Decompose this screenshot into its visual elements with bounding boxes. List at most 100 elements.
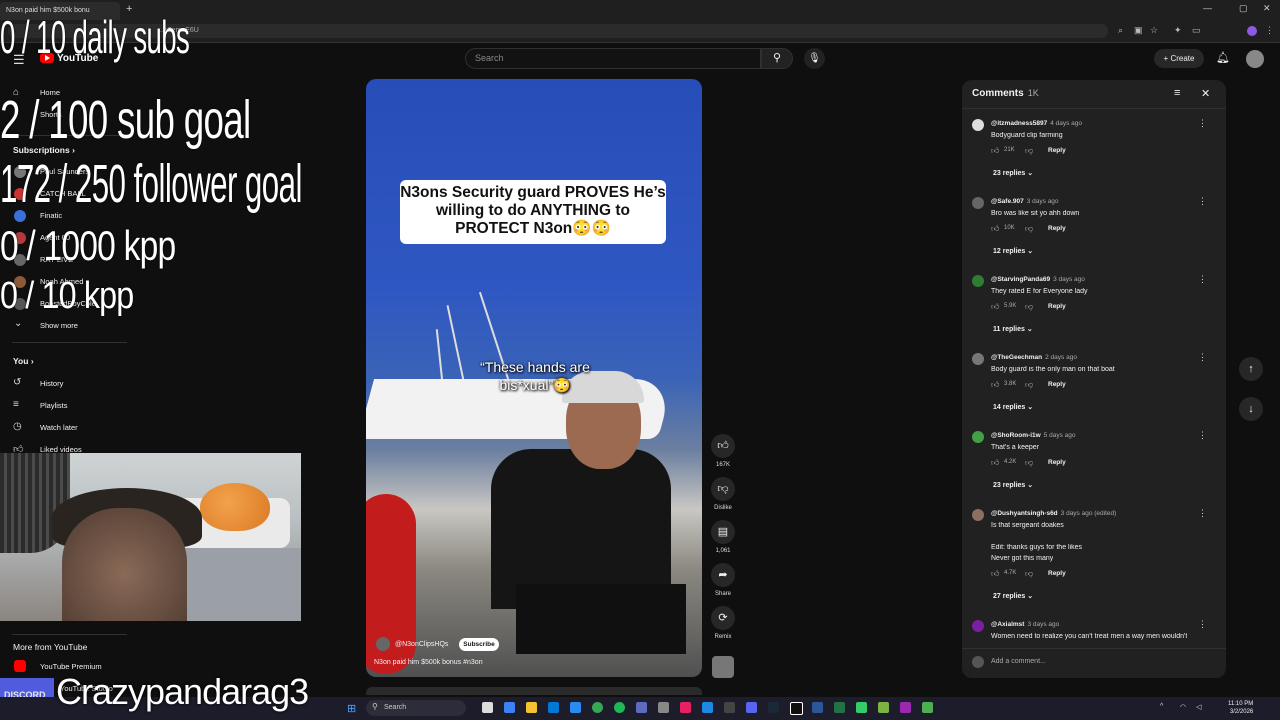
sound-thumbnail[interactable]	[712, 656, 734, 678]
tray-chevron-icon[interactable]: ^	[1160, 703, 1163, 710]
close-comments-icon[interactable]: ✕	[1201, 87, 1210, 100]
reply-button[interactable]: Reply	[1048, 225, 1066, 232]
app-icon[interactable]	[636, 702, 647, 713]
create-button[interactable]: + Create	[1154, 49, 1204, 68]
reply-button[interactable]: Reply	[1048, 459, 1066, 466]
next-video-peek[interactable]	[366, 687, 702, 695]
comment-username[interactable]: @Safe.907 3 days ago	[991, 198, 1059, 205]
spotify-icon[interactable]	[614, 702, 625, 713]
next-video-button[interactable]: ↓	[1239, 397, 1263, 421]
comment-more-icon[interactable]: ⋮	[1198, 352, 1207, 363]
like-icon[interactable]: 👍︎	[991, 458, 999, 468]
extensions-icon[interactable]: ✦	[1174, 25, 1182, 36]
share-button[interactable]: ➦	[711, 563, 735, 587]
browser-menu-icon[interactable]: ⋮	[1265, 25, 1274, 36]
minimize-icon[interactable]: —	[1203, 3, 1212, 13]
file-explorer-icon[interactable]	[526, 702, 537, 713]
maximize-icon[interactable]: ▢	[1239, 3, 1248, 14]
taskbar-clock[interactable]: 11:10 PM 3/2/2026	[1228, 700, 1253, 716]
comment-avatar[interactable]	[972, 620, 984, 632]
remix-button[interactable]: ⟳	[711, 606, 735, 630]
comment-avatar[interactable]	[972, 431, 984, 443]
zoom-icon[interactable]: ⌕	[1118, 25, 1123, 36]
dislike-icon[interactable]: 👎︎	[1025, 569, 1033, 579]
comment-more-icon[interactable]: ⋮	[1198, 619, 1207, 630]
tiktok-icon[interactable]	[680, 702, 691, 713]
cast-icon[interactable]: ▣	[1134, 25, 1143, 36]
reply-button[interactable]: Reply	[1048, 303, 1066, 310]
comment-avatar[interactable]	[972, 353, 984, 365]
app-icon[interactable]	[900, 702, 911, 713]
show-more-button[interactable]: Show more	[40, 321, 78, 330]
search-button[interactable]: ⚲	[761, 48, 793, 69]
store-icon[interactable]	[548, 702, 559, 713]
bookmark-star-icon[interactable]: ☆	[1150, 25, 1158, 36]
account-avatar[interactable]	[1246, 50, 1264, 68]
app-icon[interactable]	[658, 702, 669, 713]
comment-username[interactable]: @ShoRoom-i1w 5 days ago	[991, 432, 1075, 439]
comment-username[interactable]: @Axialmst 3 days ago	[991, 621, 1059, 628]
comment-more-icon[interactable]: ⋮	[1198, 118, 1207, 129]
add-comment-input[interactable]: Add a comment...	[991, 658, 1046, 665]
sidebar-you-heading[interactable]: You ›	[13, 356, 34, 366]
like-icon[interactable]: 👍︎	[991, 302, 999, 312]
comment-avatar[interactable]	[972, 509, 984, 521]
sidebar-item-playlists[interactable]: Playlists	[40, 401, 68, 410]
app-icon[interactable]	[702, 702, 713, 713]
sidebar-item-watch-later[interactable]: Watch later	[40, 423, 78, 432]
notifications-bell-icon[interactable]: 🔔︎	[1216, 51, 1230, 64]
replies-toggle[interactable]: 23 replies ⌄	[993, 169, 1033, 177]
comments-button[interactable]: ▤	[711, 520, 735, 544]
comment-more-icon[interactable]: ⋮	[1198, 196, 1207, 207]
comment-username[interactable]: @TheGeechman 2 days ago	[991, 354, 1077, 361]
comment-avatar[interactable]	[972, 197, 984, 209]
like-icon[interactable]: 👍︎	[991, 224, 999, 234]
subscribe-button[interactable]: Subscribe	[459, 638, 499, 651]
kick-icon[interactable]	[790, 702, 803, 715]
comment-more-icon[interactable]: ⋮	[1198, 430, 1207, 441]
windows-start-icon[interactable]: ⊞	[347, 702, 356, 715]
close-window-icon[interactable]: ✕	[1263, 3, 1271, 14]
comment-user-handle[interactable]: @Dushyantsingh-s6d	[991, 510, 1058, 517]
like-icon[interactable]: 👍︎	[991, 380, 999, 390]
comment-username[interactable]: @Dushyantsingh-s6d 3 days ago (edited)	[991, 510, 1116, 517]
replies-toggle[interactable]: 11 replies ⌄	[993, 325, 1033, 333]
volume-icon[interactable]: ◁	[1196, 703, 1201, 711]
sidebar-item-premium[interactable]: YouTube Premium	[40, 662, 102, 671]
previous-video-button[interactable]: ↑	[1239, 357, 1263, 381]
comment-user-handle[interactable]: @itzmadness5897	[991, 120, 1047, 127]
like-icon[interactable]: 👍︎	[991, 146, 999, 156]
replies-toggle[interactable]: 27 replies ⌄	[993, 592, 1033, 600]
reply-button[interactable]: Reply	[1048, 381, 1066, 388]
app-icon[interactable]	[812, 702, 823, 713]
chrome-icon[interactable]	[592, 702, 603, 713]
reply-button[interactable]: Reply	[1048, 147, 1066, 154]
comment-more-icon[interactable]: ⋮	[1198, 274, 1207, 285]
edge-icon[interactable]	[504, 702, 515, 713]
browser-profile-avatar[interactable]	[1247, 26, 1257, 36]
task-view-icon[interactable]	[482, 702, 493, 713]
reply-button[interactable]: Reply	[1048, 570, 1066, 577]
dislike-button[interactable]: 👎︎	[711, 477, 735, 501]
comment-user-handle[interactable]: @Safe.907	[991, 198, 1024, 205]
comment-avatar[interactable]	[972, 119, 984, 131]
dislike-icon[interactable]: 👎︎	[1025, 458, 1033, 468]
dislike-icon[interactable]: 👎︎	[1025, 302, 1033, 312]
channel-avatar[interactable]	[376, 637, 390, 651]
photos-icon[interactable]	[570, 702, 581, 713]
sort-icon[interactable]: ≡	[1174, 87, 1180, 99]
comment-user-handle[interactable]: @ShoRoom-i1w	[991, 432, 1041, 439]
video-title[interactable]: N3on paid him $500k bonus #n3on	[374, 659, 483, 666]
replies-toggle[interactable]: 23 replies ⌄	[993, 481, 1033, 489]
replies-toggle[interactable]: 12 replies ⌄	[993, 247, 1033, 255]
steam-icon[interactable]	[768, 702, 779, 713]
search-input[interactable]: Search	[465, 48, 761, 69]
app-icon[interactable]	[724, 702, 735, 713]
comment-username[interactable]: @itzmadness5897 4 days ago	[991, 120, 1082, 127]
wifi-icon[interactable]: ◠	[1180, 703, 1186, 711]
comment-username[interactable]: @StarvingPanda69 3 days ago	[991, 276, 1085, 283]
like-button[interactable]: 👍︎	[711, 434, 735, 458]
app-icon[interactable]	[878, 702, 889, 713]
channel-name[interactable]: @N3onClipsHQs	[395, 641, 448, 648]
comment-user-handle[interactable]: @TheGeechman	[991, 354, 1042, 361]
